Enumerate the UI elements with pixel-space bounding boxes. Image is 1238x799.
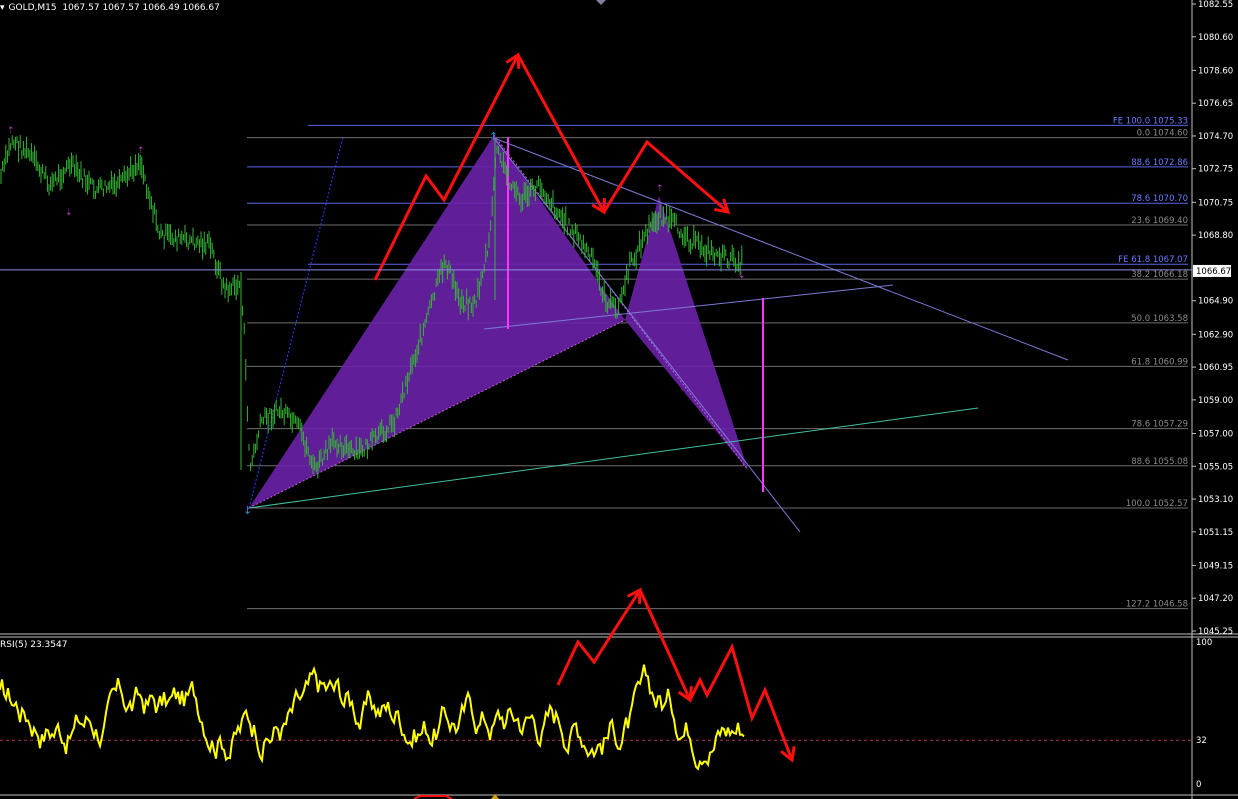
current-price-label: 1066.67 <box>1196 267 1231 277</box>
close-value: 1066.67 <box>182 3 220 13</box>
pattern-x-marker: ↓ <box>243 504 252 517</box>
chart-window[interactable]: ⇡ ⇣ ⇡ ⇡ ⇣ ↓ ↑ FE 100.0 1075.33 0.0 1074.60 88.6 … <box>0 0 1238 799</box>
axis-label: 1062.90 <box>1198 330 1233 340</box>
rsi-label: RSI(5) 23.3547 <box>0 640 68 650</box>
price-zigzag-arrow <box>602 139 729 214</box>
axis-label: 1053.10 <box>1198 495 1233 505</box>
axis-label: 1047.20 <box>1198 594 1233 604</box>
fib-label: 50.0 1063.58 <box>1131 314 1188 324</box>
axis-label: 1070.75 <box>1198 198 1233 208</box>
pattern-a-marker: ↑ <box>489 130 498 143</box>
axis-label: 1055.05 <box>1198 462 1233 472</box>
fib-label: 61.8 1060.99 <box>1131 357 1188 367</box>
fractal-marker: ⇣ <box>65 208 73 218</box>
axis-label: 1078.60 <box>1198 66 1233 76</box>
fractal-marker: ⇡ <box>7 126 15 136</box>
chart-header: ▾ GOLD,M15 1067.57 1067.57 1066.49 1066.6… <box>0 3 220 13</box>
axis-label: 1068.80 <box>1198 231 1233 241</box>
axis-label: 1076.65 <box>1198 99 1233 109</box>
axis-label: 1057.00 <box>1198 429 1233 439</box>
fib-label: 78.6 1057.29 <box>1131 420 1188 430</box>
axis-label: 1060.95 <box>1198 363 1233 373</box>
fib-label: 78.6 1070.70 <box>1131 194 1188 204</box>
fib-label: 38.2 1066.18 <box>1131 270 1188 280</box>
fractal-marker: ⇣ <box>738 271 746 281</box>
fib-label: FE 61.8 1067.07 <box>1118 255 1188 265</box>
fib-label: 127.2 1046.58 <box>1126 600 1188 610</box>
rsi-indicator: 100 32 0 <box>0 587 1212 799</box>
rsi-axis-label: 32 <box>1196 736 1207 746</box>
fractal-marker: ⇡ <box>656 184 664 194</box>
fib-label: FE 100.0 1075.33 <box>1113 116 1188 126</box>
axis-label: 1082.55 <box>1198 0 1233 10</box>
dropdown-arrow-icon[interactable]: ▾ <box>0 3 5 13</box>
axis-label: 1064.90 <box>1198 297 1233 307</box>
axis-label: 1059.00 <box>1198 396 1233 406</box>
axis-label: 1074.70 <box>1198 132 1233 142</box>
fib-label: 100.0 1052.57 <box>1126 499 1188 509</box>
fib-label: 88.6 1072.86 <box>1131 158 1188 168</box>
axis-label: 1072.75 <box>1198 165 1233 175</box>
fib-label: 88.6 1055.08 <box>1131 457 1188 467</box>
price-chart[interactable]: ⇡ ⇣ ⇡ ⇡ ⇣ ↓ ↑ FE 100.0 1075.33 0.0 1074.60 88.6 … <box>0 0 1238 799</box>
fractal-marker: ⇡ <box>137 146 145 156</box>
axis-label: 1049.15 <box>1198 561 1233 571</box>
shift-marker-icon[interactable] <box>596 0 606 5</box>
open-value: 1067.57 <box>62 3 100 13</box>
low-value: 1066.49 <box>142 3 180 13</box>
fib-label: 0.0 1074.60 <box>1137 129 1188 139</box>
fibonacci-labels: FE 100.0 1075.33 0.0 1074.60 88.6 1072.86 7… <box>1113 116 1188 609</box>
fib-label: 23.6 1069.40 <box>1131 216 1188 226</box>
rsi-zigzag-arrow <box>688 642 794 761</box>
rsi-axis-label: 0 <box>1196 780 1201 790</box>
axis-label: 1051.15 <box>1198 528 1233 538</box>
axis-label: 1045.25 <box>1198 627 1233 637</box>
rsi-down-arrow <box>638 589 692 701</box>
rsi-line <box>0 664 745 771</box>
symbol-label: GOLD,M15 <box>8 3 57 13</box>
axis-label: 1080.60 <box>1198 33 1233 43</box>
high-value: 1067.57 <box>102 3 140 13</box>
rsi-axis-label: 100 <box>1196 638 1212 648</box>
